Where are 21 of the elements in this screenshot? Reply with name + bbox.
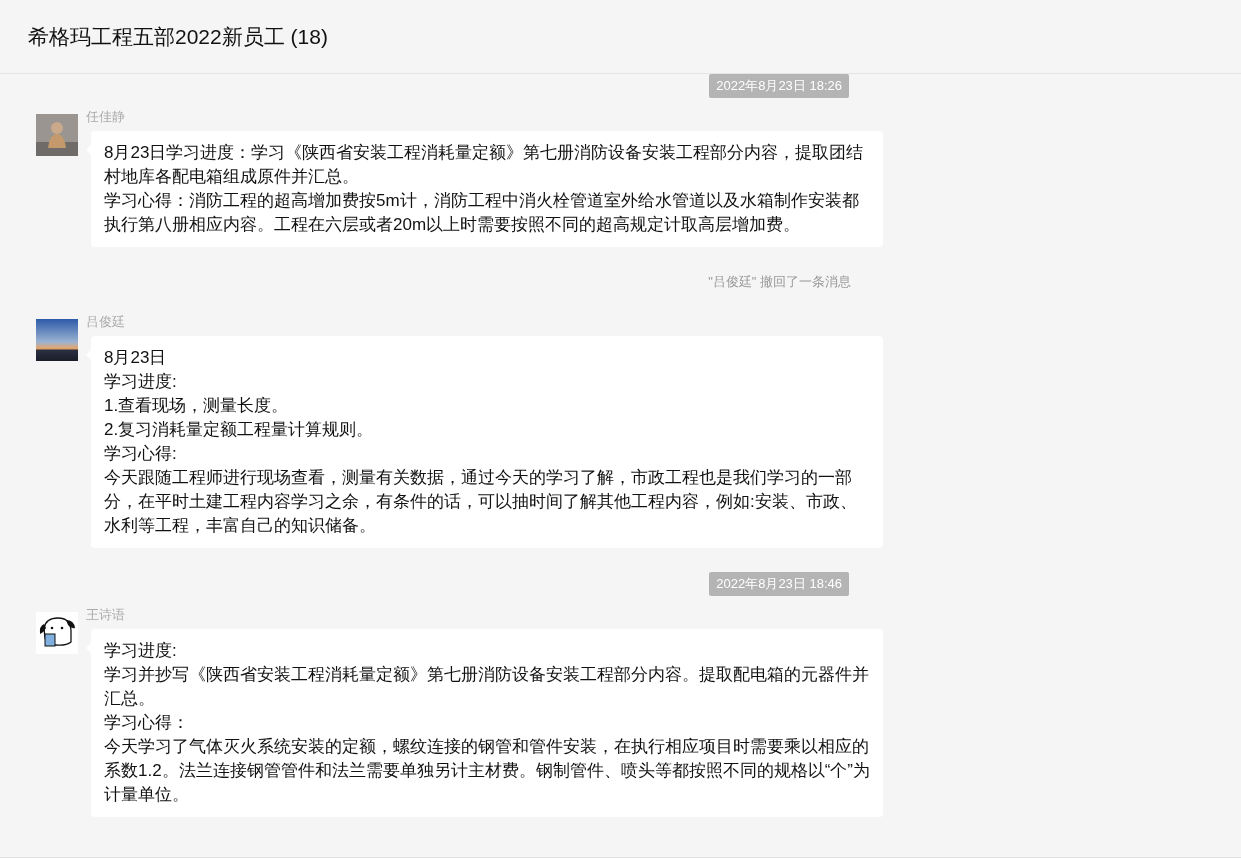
message-line: 学习进度: — [104, 371, 178, 393]
message-line: 学习进度: — [104, 640, 178, 662]
message-line: 8月23日 — [104, 347, 168, 369]
message-line: 8月23日学习进度：学习《陕西省安装工程消耗量定额》第七册消防设备安装工程部分内容，提取团结村地库各配电箱组成原件并汇总。 — [104, 142, 865, 188]
chat-title: 希格玛工程五部2022新员工 (18) — [28, 23, 328, 50]
message-line: 学习并抄写《陕西省安装工程消耗量定额》第七册消防设备安装工程部分内容。提取配电箱的元器件并汇总。 — [104, 664, 870, 710]
message-line: 1.查看现场，测量长度。 — [104, 395, 290, 417]
message-line: 学习心得：消防工程的超高增加费按5m计，消防工程中消火栓管道室外给水管道以及水箱制作安装都执行第八册相应内容。工程在六层或者20m以上时需要按照不同的超高规定计取高层增加费。 — [104, 190, 860, 236]
message-line: 学习心得: — [104, 443, 178, 465]
timestamp-label: 2022年8月23日 18:26 — [709, 74, 849, 98]
photo-placeholder — [36, 114, 78, 156]
timestamp-label: 2022年8月23日 18:46 — [709, 572, 849, 596]
sender-name: 任佳静 — [86, 109, 126, 125]
message-line: 2.复习消耗量定额工程量计算规则。 — [104, 419, 375, 441]
sender-name: 吕俊廷 — [86, 314, 126, 330]
message-line: 学习心得： — [104, 712, 190, 734]
message-line: 今天跟随工程师进行现场查看，测量有关数据，通过今天的学习了解，市政工程也是我们学习的一部分，在平时土建工程内容学习之余，有条件的话，可以抽时间了解其他工程内容，例如:安装、市政、水利等工程，丰富自己的知识储备。 — [104, 467, 858, 537]
sender-name: 王诗语 — [86, 607, 126, 623]
cartoon-dog-drawing — [36, 612, 78, 654]
message-line: 今天学习了气体灭火系统安装的定额，螺纹连接的钢管和管件安装，在执行相应项目时需要乘以相应的系数1.2。法兰连接钢管管件和法兰需要单独另计主材费。钢制管件、喷头等都按照不同的规格以“个”为计量单位。 — [104, 736, 870, 806]
photo-placeholder — [36, 319, 78, 361]
